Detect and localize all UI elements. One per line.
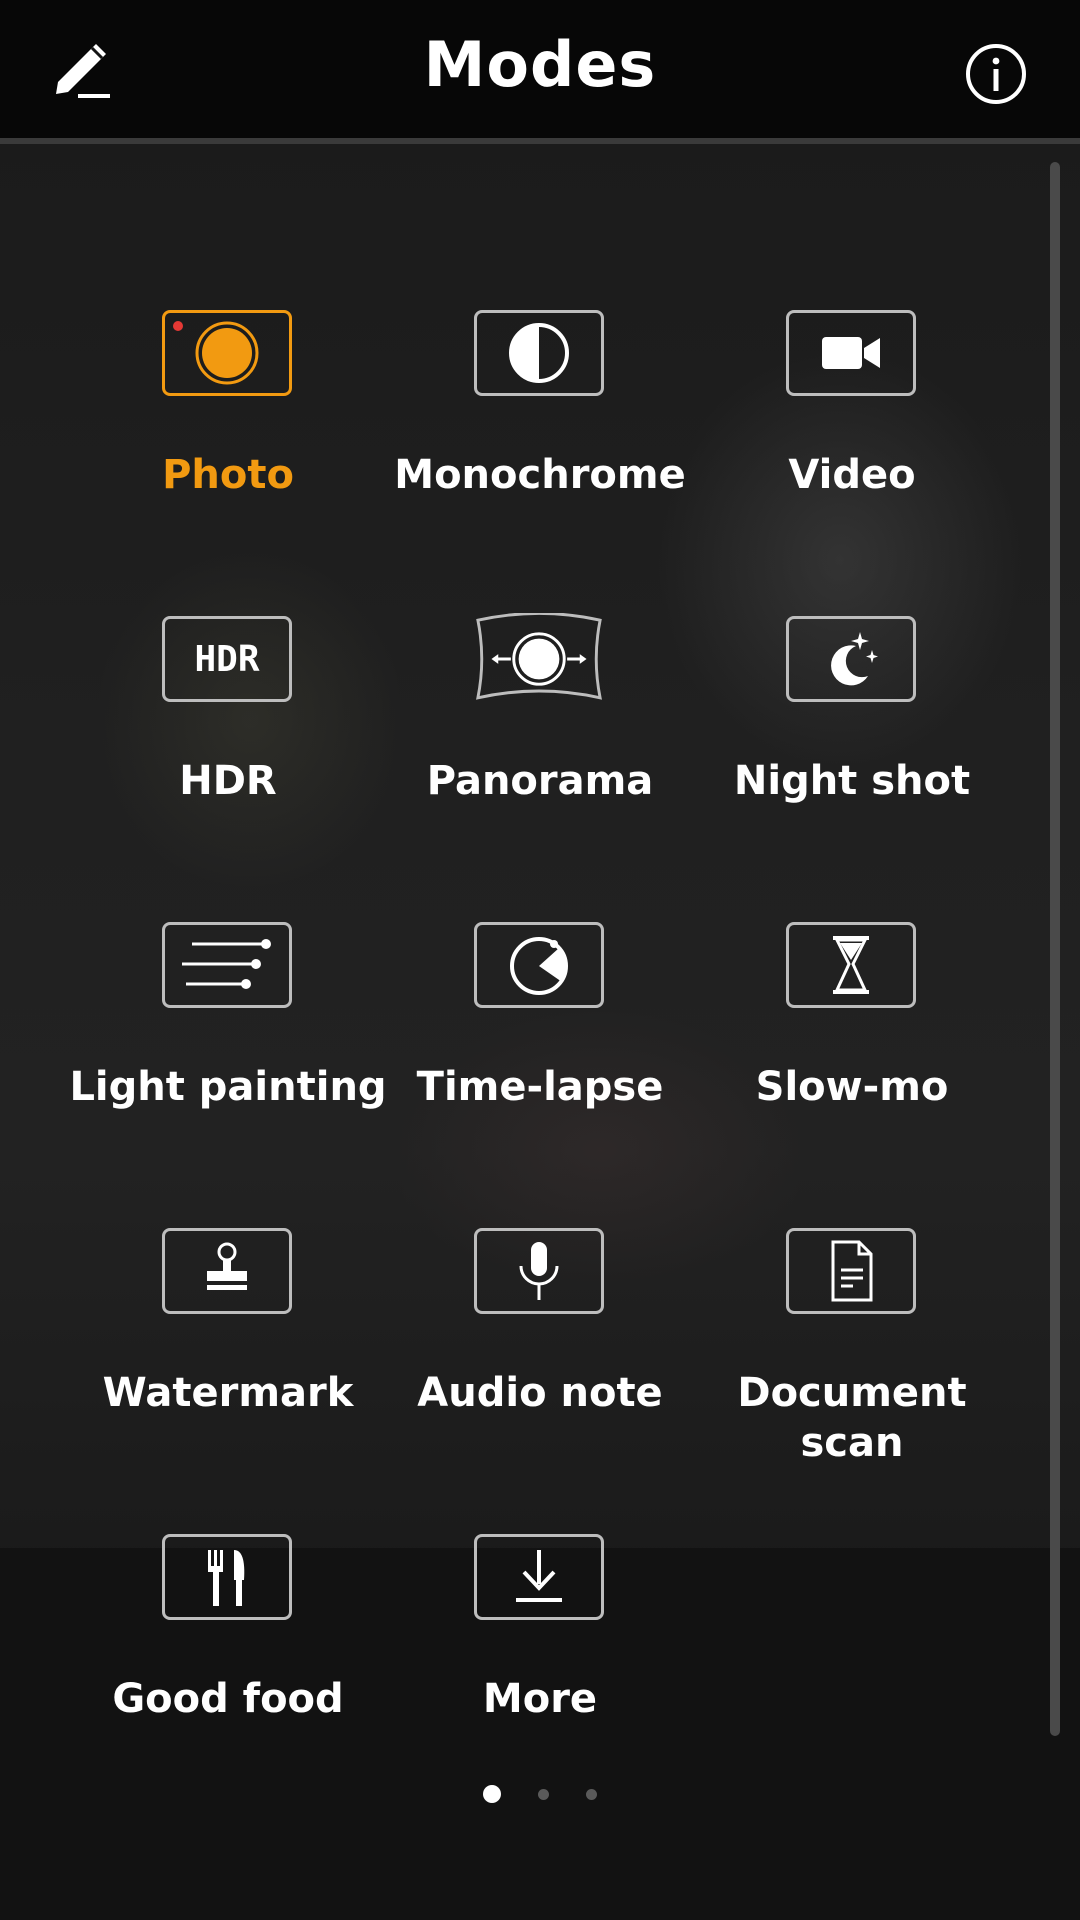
mode-label: Night shot	[733, 758, 971, 804]
mode-icon-frame	[162, 1228, 292, 1314]
fork-knife-icon	[208, 1550, 245, 1606]
photo-shutter-icon	[173, 321, 259, 385]
mode-panorama[interactable]: Panorama	[378, 613, 690, 876]
hourglass-icon	[833, 936, 869, 994]
page-dot[interactable]	[538, 1789, 549, 1800]
mode-label: Time-lapse	[416, 1064, 664, 1110]
mode-icon-frame	[474, 1228, 604, 1314]
mode-audio-note[interactable]: Audio note	[378, 1228, 690, 1488]
document-icon	[831, 1240, 873, 1302]
mode-icon-frame	[474, 613, 604, 702]
mode-night-shot[interactable]: Night shot	[690, 616, 1002, 876]
mode-icon-frame	[474, 310, 604, 396]
night-moon-icon	[831, 632, 878, 686]
info-button[interactable]	[964, 42, 1028, 106]
mode-icon-frame	[162, 310, 292, 396]
mode-light-painting[interactable]: Light painting	[66, 922, 387, 1182]
info-circle-icon	[966, 44, 1026, 104]
mode-monochrome[interactable]: Monochrome	[378, 310, 690, 570]
top-bar-divider	[0, 138, 1080, 144]
mode-good-food[interactable]: Good food	[66, 1534, 378, 1794]
stamp-icon	[207, 1242, 247, 1290]
mode-label: Video	[788, 452, 916, 498]
mode-icon-frame	[786, 310, 916, 396]
mode-time-lapse[interactable]: Time-lapse	[378, 922, 690, 1182]
mode-hdr[interactable]: HDR HDR	[66, 616, 378, 876]
mode-label: Audio note	[417, 1370, 663, 1416]
light-painting-icon	[182, 939, 271, 989]
page-indicator	[0, 1784, 1080, 1804]
mode-label: Watermark	[102, 1370, 354, 1416]
mode-icon-frame	[786, 616, 916, 702]
time-lapse-icon	[510, 937, 568, 995]
mode-label: Slow-mo	[755, 1064, 949, 1110]
panorama-icon	[476, 613, 602, 700]
mode-label: Panorama	[426, 758, 654, 804]
hdr-icon: HDR	[194, 638, 260, 680]
mode-label: Light painting	[69, 1064, 387, 1110]
video-camera-icon	[822, 337, 880, 369]
page-dot-active[interactable]	[483, 1785, 501, 1803]
mode-watermark[interactable]: Watermark	[66, 1228, 378, 1488]
mode-label: Good food	[112, 1676, 344, 1722]
mode-label: HDR	[179, 758, 277, 804]
mode-icon-frame	[162, 1534, 292, 1620]
mode-video[interactable]: Video	[690, 310, 1002, 570]
mode-icon-frame	[474, 1534, 604, 1620]
mode-label: Monochrome	[394, 452, 686, 498]
microphone-icon	[519, 1242, 559, 1300]
mode-icon-frame	[786, 1228, 916, 1314]
monochrome-icon	[509, 323, 569, 383]
mode-icon-frame	[162, 922, 292, 1008]
mode-label: Photo	[162, 452, 294, 498]
mode-slow-mo[interactable]: Slow-mo	[690, 922, 1002, 1182]
mode-more[interactable]: More	[378, 1534, 690, 1794]
mode-icon-frame	[786, 922, 916, 1008]
mode-document-scan[interactable]: Document scan	[690, 1228, 1002, 1488]
page-dot[interactable]	[586, 1789, 597, 1800]
mode-label: More	[482, 1676, 598, 1722]
page-title: Modes	[423, 28, 657, 101]
download-icon	[516, 1550, 562, 1602]
scrollbar[interactable]	[1050, 162, 1060, 1736]
mode-icon-frame: HDR	[162, 616, 292, 702]
mode-label: Document scan	[737, 1370, 967, 1466]
mode-icon-frame	[474, 922, 604, 1008]
mode-photo[interactable]: Photo	[66, 310, 378, 570]
